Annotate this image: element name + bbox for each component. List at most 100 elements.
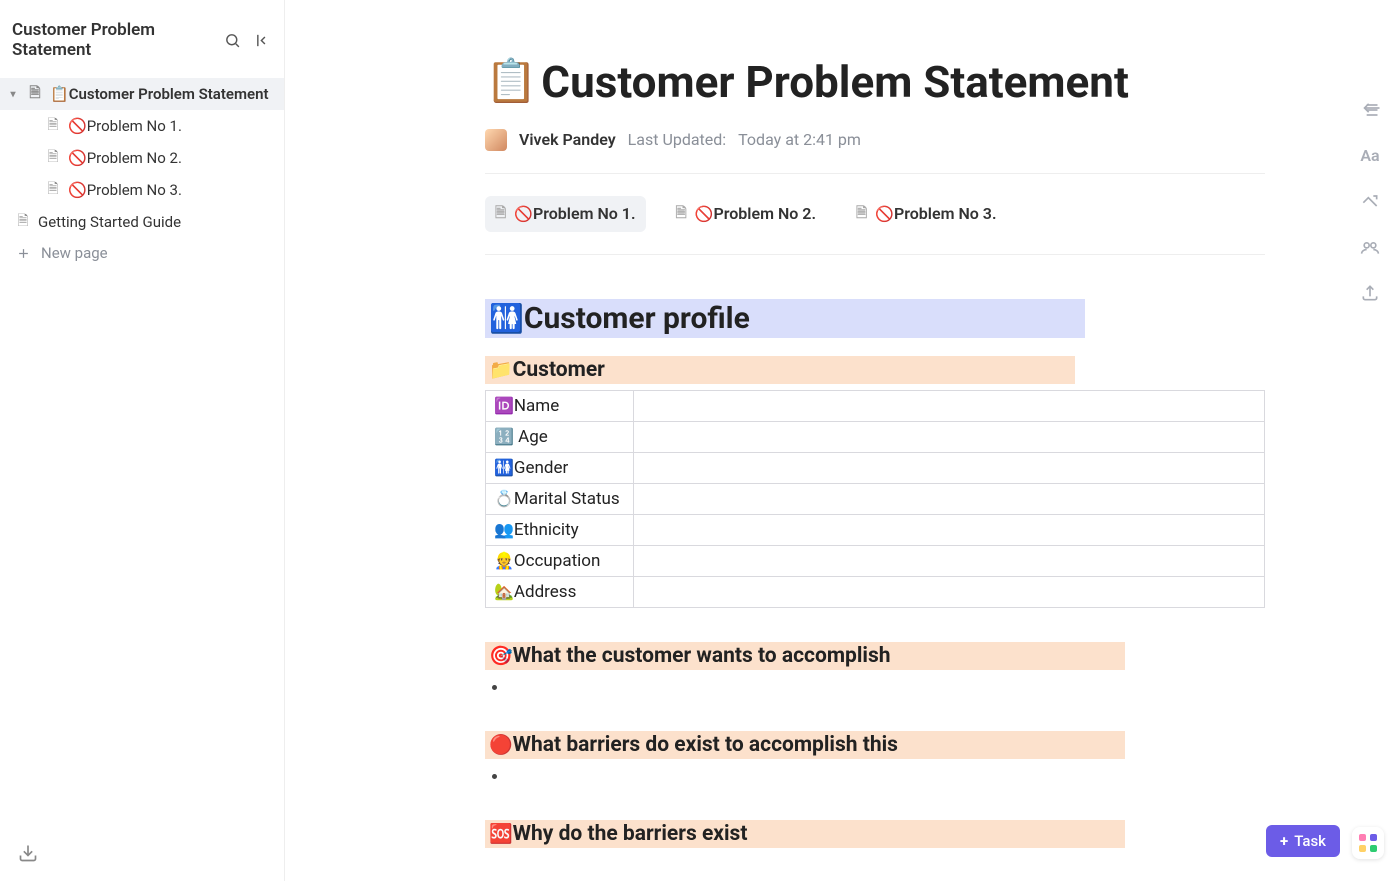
doc-icon: 🗎	[44, 114, 62, 138]
linked-page-3[interactable]: 🗎 🚫Problem No 3.	[846, 196, 1007, 232]
field-emoji-icon: 🏡	[494, 582, 514, 601]
page-title: 📋Customer Problem Statement	[485, 56, 1265, 109]
sidebar-item-label: Problem No 1.	[87, 117, 182, 135]
field-emoji-icon: 👥	[494, 520, 514, 539]
table-row: 🏡Address	[486, 576, 1265, 607]
doc-icon: 🗎	[495, 202, 506, 226]
table-cell-key[interactable]: 🆔Name	[486, 390, 634, 421]
table-cell-key[interactable]: 💍Marital Status	[486, 483, 634, 514]
new-page-label: New page	[41, 244, 108, 262]
table-cell-value[interactable]	[634, 545, 1265, 576]
table-row: 🔢 Age	[486, 421, 1265, 452]
sidebar-item-label: Customer Problem Statement	[69, 85, 269, 103]
plus-icon: +	[1280, 832, 1288, 850]
table-cell-key[interactable]: 🔢 Age	[486, 421, 634, 452]
new-page-button[interactable]: New page	[0, 238, 284, 268]
right-rail: Aa	[1340, 0, 1400, 881]
sidebar-item-label: Problem No 3.	[87, 181, 182, 199]
doc-icon: 🗎	[44, 178, 62, 202]
restroom-icon: 🚻	[489, 302, 524, 335]
field-emoji-icon: 👷	[494, 551, 514, 570]
sidebar-item-label: Problem No 2.	[87, 149, 182, 167]
linked-pages-row: 🗎 🚫Problem No 1. 🗎 🚫Problem No 2. 🗎 🚫Pro…	[485, 196, 1265, 232]
field-emoji-icon: 🔢	[494, 427, 514, 446]
clipboard-icon: 📋	[485, 57, 537, 107]
collaborators-icon[interactable]	[1360, 237, 1380, 257]
sidebar-header: Customer Problem Statement	[0, 0, 284, 74]
sidebar-tree: ▾ 🗎 📋Customer Problem Statement 🗎 🚫Probl…	[0, 74, 284, 272]
main-content: 📋Customer Problem Statement Vivek Pandey…	[285, 0, 1340, 881]
table-cell-value[interactable]	[634, 452, 1265, 483]
divider	[485, 254, 1265, 255]
table-row: 👥Ethnicity	[486, 514, 1265, 545]
no-entry-icon: 🚫	[68, 149, 87, 167]
caret-down-icon[interactable]: ▾	[6, 89, 20, 100]
sidebar-item-guide[interactable]: 🗎 Getting Started Guide	[0, 206, 284, 238]
plus-icon	[16, 246, 31, 261]
customer-profile-table: 🆔Name🔢 Age🚻Gender💍Marital Status👥Ethnici…	[485, 390, 1265, 608]
red-circle-icon: 🔴	[489, 733, 513, 756]
field-label: Occupation	[514, 551, 600, 571]
table-cell-value[interactable]	[634, 390, 1265, 421]
divider	[485, 173, 1265, 174]
sidebar-item-problem-3[interactable]: 🗎 🚫Problem No 3.	[0, 174, 284, 206]
updated-value: Today at 2:41 pm	[738, 130, 861, 149]
collapse-sidebar-icon[interactable]	[255, 32, 272, 49]
linked-page-1[interactable]: 🗎 🚫Problem No 1.	[485, 196, 646, 232]
field-label: Gender	[514, 458, 568, 478]
sidebar-item-label: Getting Started Guide	[38, 213, 181, 231]
no-entry-icon: 🚫	[875, 205, 894, 223]
field-emoji-icon: 🚻	[494, 458, 514, 477]
section-why: 🆘Why do the barriers exist	[485, 820, 1125, 848]
field-label: Ethnicity	[514, 520, 579, 540]
field-emoji-icon: 🆔	[494, 396, 514, 415]
table-cell-key[interactable]: 👷Occupation	[486, 545, 634, 576]
doc-icon: 🗎	[44, 146, 62, 170]
page-meta: Vivek Pandey Last Updated: Today at 2:41…	[485, 129, 1265, 151]
author-name[interactable]: Vivek Pandey	[519, 130, 616, 149]
table-cell-key[interactable]: 👥Ethnicity	[486, 514, 634, 545]
updated-label: Last Updated:	[628, 130, 726, 149]
import-icon[interactable]	[18, 843, 38, 863]
field-label: Age	[514, 427, 548, 447]
sidebar-item-root[interactable]: ▾ 🗎 📋Customer Problem Statement	[0, 78, 284, 110]
doc-icon: 🗎	[676, 202, 687, 226]
task-button-label: Task	[1294, 832, 1326, 850]
share-icon[interactable]	[1360, 283, 1380, 303]
doc-icon: 🗎	[26, 82, 44, 106]
table-row: 🆔Name	[486, 390, 1265, 421]
sidebar-item-problem-2[interactable]: 🗎 🚫Problem No 2.	[0, 142, 284, 174]
table-cell-value[interactable]	[634, 514, 1265, 545]
sidebar-item-problem-1[interactable]: 🗎 🚫Problem No 1.	[0, 110, 284, 142]
no-entry-icon: 🚫	[514, 205, 533, 223]
apps-icon[interactable]	[1352, 827, 1384, 859]
no-entry-icon: 🚫	[695, 205, 714, 223]
field-emoji-icon: 💍	[494, 489, 514, 508]
table-cell-value[interactable]	[634, 576, 1265, 607]
target-icon: 🎯	[489, 644, 513, 667]
list-item[interactable]	[509, 767, 1265, 786]
no-entry-icon: 🚫	[68, 117, 87, 135]
linked-page-2[interactable]: 🗎 🚫Problem No 2.	[666, 196, 827, 232]
sos-icon: 🆘	[489, 822, 513, 845]
search-icon[interactable]	[224, 32, 241, 49]
expand-icon[interactable]	[1362, 100, 1382, 116]
table-cell-value[interactable]	[634, 421, 1265, 452]
table-cell-key[interactable]: 🚻Gender	[486, 452, 634, 483]
magic-icon[interactable]	[1360, 191, 1380, 211]
doc-icon: 🗎	[14, 210, 32, 234]
sidebar-header-actions	[224, 32, 272, 49]
barriers-list[interactable]	[509, 767, 1265, 786]
section-wants: 🎯What the customer wants to accomplish	[485, 642, 1125, 670]
new-task-button[interactable]: + Task	[1266, 825, 1340, 857]
table-row: 💍Marital Status	[486, 483, 1265, 514]
list-item[interactable]	[509, 678, 1265, 697]
workspace-title: Customer Problem Statement	[12, 20, 224, 60]
wants-list[interactable]	[509, 678, 1265, 697]
section-barriers: 🔴What barriers do exist to accomplish th…	[485, 731, 1125, 759]
table-cell-value[interactable]	[634, 483, 1265, 514]
doc-icon: 🗎	[856, 202, 867, 226]
font-style-icon[interactable]: Aa	[1360, 146, 1379, 165]
table-cell-key[interactable]: 🏡Address	[486, 576, 634, 607]
avatar[interactable]	[485, 129, 507, 151]
